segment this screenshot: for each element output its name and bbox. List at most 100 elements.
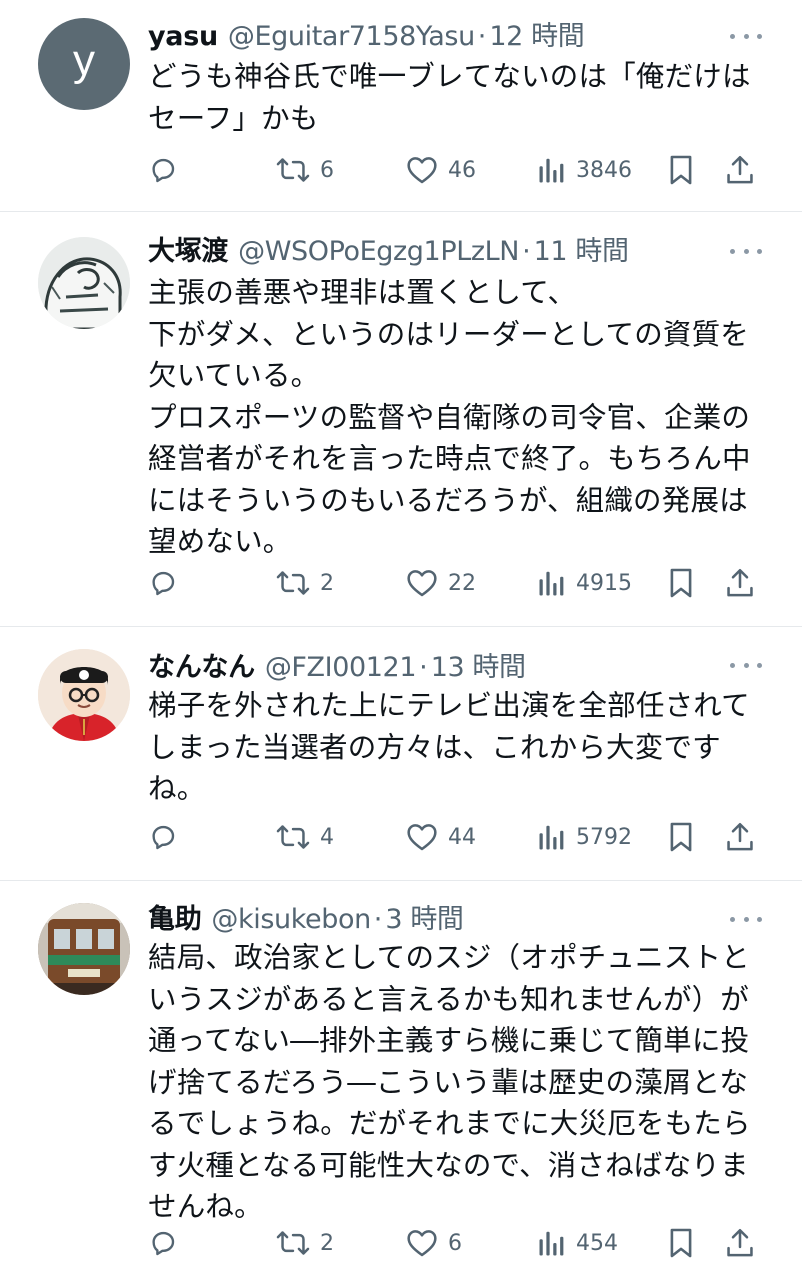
author-handle[interactable]: @kisukebon bbox=[211, 904, 371, 935]
bookmark-icon bbox=[668, 821, 694, 853]
text-line: せんね。 bbox=[148, 1190, 263, 1223]
action-bar: 2 6 454 bbox=[148, 1223, 768, 1263]
post-text: 結局、政治家としてのスジ（オポチュニストと いうスジがあると言えるかも知れません… bbox=[148, 937, 768, 1228]
timestamp[interactable]: 13 時間 bbox=[431, 645, 526, 684]
bookmark-icon bbox=[668, 154, 694, 186]
bookmark-icon bbox=[668, 567, 694, 599]
repost-icon bbox=[276, 568, 310, 598]
author-name[interactable]: 亀助 bbox=[148, 897, 202, 936]
share-button[interactable] bbox=[726, 817, 754, 857]
post-2[interactable]: 大塚渡 @WSOPoEgzg1PLzLN · 11 時間 主張の善悪や理非は置く… bbox=[0, 212, 802, 626]
views-icon bbox=[538, 155, 566, 185]
text-line: 結局、政治家としてのスジ（オポチュニストと bbox=[148, 941, 750, 974]
more-icon[interactable] bbox=[730, 245, 762, 257]
post-1[interactable]: y yasu @Eguitar7158Yasu · 12 時間 どうも神谷氏で唯… bbox=[0, 0, 802, 212]
repost-icon bbox=[276, 1228, 310, 1258]
repost-button[interactable]: 6 bbox=[276, 150, 334, 190]
text-line: プロスポーツの監督や自衛隊の司令官、企業の bbox=[148, 400, 751, 434]
like-icon bbox=[406, 822, 438, 852]
text-line: セーフ」かも bbox=[148, 101, 319, 135]
reply-icon bbox=[148, 155, 178, 185]
avatar-letter: y bbox=[73, 36, 95, 85]
views-count: 454 bbox=[576, 1230, 618, 1256]
timestamp[interactable]: 3 時間 bbox=[385, 897, 464, 936]
like-icon bbox=[406, 155, 438, 185]
share-button[interactable] bbox=[726, 563, 754, 603]
repost-count: 2 bbox=[320, 1230, 334, 1256]
separator: · bbox=[477, 21, 487, 52]
text-line: す火種となる可能性大なので、消さねばなりま bbox=[148, 1148, 749, 1182]
share-icon bbox=[726, 154, 754, 186]
bookmark-button[interactable] bbox=[668, 563, 694, 603]
like-button[interactable]: 44 bbox=[406, 817, 476, 857]
more-icon[interactable] bbox=[730, 30, 762, 42]
like-count: 22 bbox=[448, 570, 476, 596]
repost-button[interactable]: 4 bbox=[276, 817, 334, 857]
separator: · bbox=[419, 652, 428, 683]
share-button[interactable] bbox=[726, 150, 754, 190]
share-icon bbox=[726, 567, 754, 599]
bookmark-button[interactable] bbox=[668, 817, 694, 857]
like-button[interactable]: 22 bbox=[406, 563, 476, 603]
views-count: 4915 bbox=[576, 570, 632, 596]
bookmark-button[interactable] bbox=[668, 150, 694, 190]
text-line: しまった当選者の方々は、これから大変です bbox=[148, 730, 721, 764]
text-line: 望めない。 bbox=[148, 525, 292, 558]
reply-button[interactable] bbox=[148, 150, 178, 190]
avatar[interactable] bbox=[38, 649, 130, 741]
views-button[interactable]: 4915 bbox=[538, 563, 632, 603]
like-count: 46 bbox=[448, 157, 476, 183]
like-icon bbox=[406, 1228, 438, 1258]
text-line: るでしょうね。だがそれまでに大災厄をもたら bbox=[148, 1107, 751, 1140]
like-count: 6 bbox=[448, 1230, 462, 1256]
reply-button[interactable] bbox=[148, 817, 178, 857]
separator: · bbox=[522, 236, 531, 267]
author-name[interactable]: 大塚渡 bbox=[148, 229, 228, 268]
text-line: にはそういうのもいるだろうが、組織の発展は bbox=[148, 483, 748, 517]
bookmark-button[interactable] bbox=[668, 1223, 694, 1263]
share-button[interactable] bbox=[726, 1223, 754, 1263]
more-icon[interactable] bbox=[730, 659, 762, 671]
repost-count: 4 bbox=[320, 824, 334, 850]
share-icon bbox=[726, 1227, 754, 1259]
views-button[interactable]: 3846 bbox=[538, 150, 632, 190]
text-line: 経営者がそれを言った時点で終了。もちろん中 bbox=[148, 442, 751, 475]
avatar[interactable] bbox=[38, 903, 130, 995]
reply-icon bbox=[148, 1228, 178, 1258]
like-button[interactable]: 46 bbox=[406, 150, 476, 190]
avatar[interactable] bbox=[38, 237, 130, 329]
repost-button[interactable]: 2 bbox=[276, 563, 334, 603]
separator: · bbox=[373, 904, 383, 935]
text-line: 梯子を外された上にテレビ出演を全部任されて bbox=[148, 689, 750, 722]
text-line: どうも神谷氏で唯一ブレてないのは「俺だけは bbox=[148, 60, 751, 93]
bookmark-icon bbox=[668, 1227, 694, 1259]
timestamp[interactable]: 12 時間 bbox=[489, 14, 584, 53]
action-bar: 4 44 5792 bbox=[148, 817, 768, 857]
author-handle[interactable]: @WSOPoEgzg1PLzLN bbox=[238, 236, 519, 267]
action-bar: 6 46 3846 bbox=[148, 150, 768, 190]
text-line: 欠いている。 bbox=[148, 359, 320, 392]
timestamp[interactable]: 11 時間 bbox=[534, 229, 629, 268]
author-handle[interactable]: @Eguitar7158Yasu bbox=[228, 21, 475, 52]
repost-icon bbox=[276, 155, 310, 185]
repost-button[interactable]: 2 bbox=[276, 1223, 334, 1263]
views-button[interactable]: 5792 bbox=[538, 817, 632, 857]
views-count: 5792 bbox=[576, 824, 632, 850]
post-3[interactable]: なんなん @FZI00121 · 13 時間 梯子を外された上にテレビ出演を全部… bbox=[0, 627, 802, 880]
text-line: いうスジがあると言えるかも知れませんが）が bbox=[148, 982, 749, 1016]
post-text: 主張の善悪や理非は置くとして、 下がダメ、というのはリーダーとしての資質を 欠い… bbox=[148, 272, 768, 563]
author-handle[interactable]: @FZI00121 bbox=[265, 652, 417, 683]
like-button[interactable]: 6 bbox=[406, 1223, 462, 1263]
views-icon bbox=[538, 822, 566, 852]
avatar[interactable]: y bbox=[38, 18, 130, 110]
text-line: 下がダメ、というのはリーダーとしての資質を bbox=[148, 317, 749, 351]
more-icon[interactable] bbox=[730, 913, 762, 925]
author-name[interactable]: yasu bbox=[148, 21, 218, 52]
views-button[interactable]: 454 bbox=[538, 1223, 618, 1263]
text-line: 通ってない―排外主義すら機に乗じて簡単に投 bbox=[148, 1024, 750, 1057]
reply-button[interactable] bbox=[148, 563, 178, 603]
reply-button[interactable] bbox=[148, 1223, 178, 1263]
text-line: ね。 bbox=[148, 772, 206, 805]
author-name[interactable]: なんなん bbox=[148, 645, 255, 684]
post-4[interactable]: 亀助 @kisukebon · 3 時間 結局、政治家としてのスジ（オポチュニス… bbox=[0, 881, 802, 1280]
